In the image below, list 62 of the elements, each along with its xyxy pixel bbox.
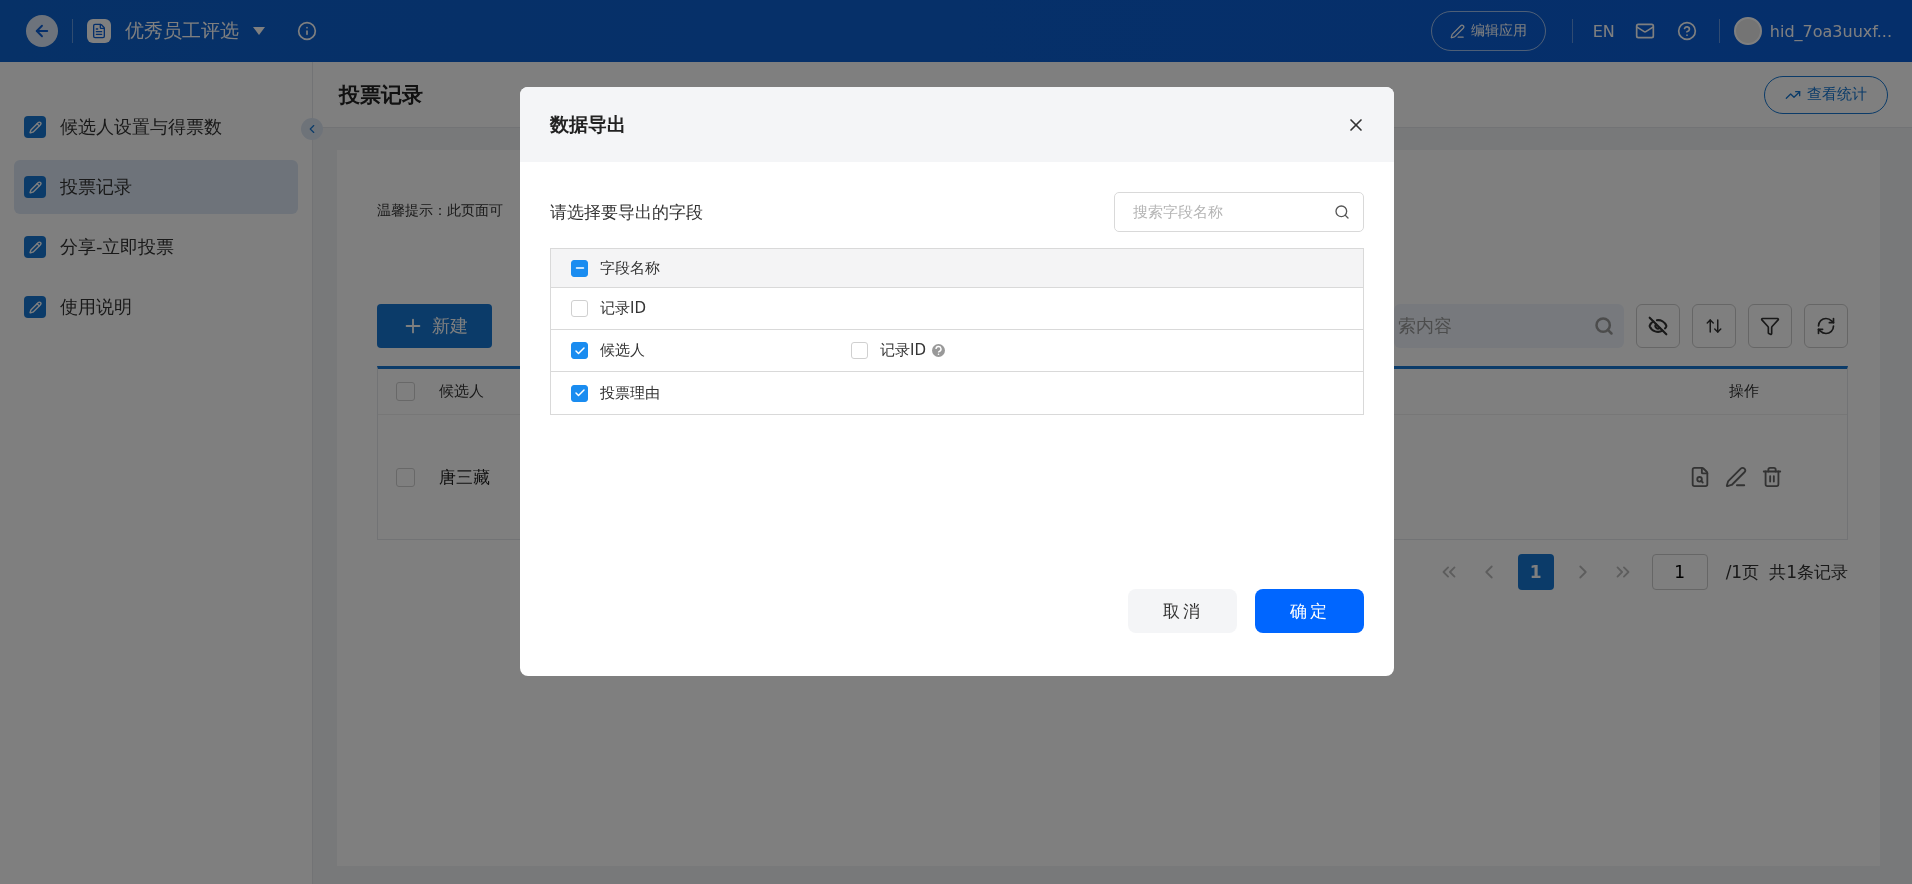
field-label: 候选人: [600, 341, 645, 360]
document-icon: [87, 19, 111, 43]
hide-columns-button[interactable]: [1636, 304, 1680, 348]
record-total: 共1条记录: [1769, 560, 1848, 584]
view-stats-button[interactable]: 查看统计: [1764, 75, 1888, 114]
refresh-icon: [1816, 316, 1836, 336]
username[interactable]: hid_7oa3uuxf...: [1769, 21, 1892, 41]
view-icon[interactable]: [1689, 466, 1711, 488]
delete-icon[interactable]: [1761, 466, 1783, 488]
pen-icon: [1449, 23, 1465, 39]
edit-icon: [24, 116, 46, 138]
sidebar-item[interactable]: 分享-立即投票: [14, 220, 298, 274]
sort-button[interactable]: [1692, 304, 1736, 348]
caret-icon[interactable]: [253, 27, 265, 35]
field-label: 记录ID: [600, 299, 646, 318]
filter-icon: [1760, 316, 1780, 336]
edit-icon: [24, 296, 46, 318]
sidebar-item[interactable]: 投票记录: [14, 160, 298, 214]
column-header: 字段名称: [600, 258, 660, 278]
search-icon: [1594, 316, 1614, 336]
field-label: 记录ID: [880, 341, 926, 360]
sidebar-item[interactable]: 候选人设置与得票数: [14, 100, 298, 154]
new-button[interactable]: 新建: [377, 304, 492, 348]
confirm-button[interactable]: 确定: [1255, 589, 1364, 633]
refresh-button[interactable]: [1804, 304, 1848, 348]
edit-icon: [24, 176, 46, 198]
column-header: 操作: [1729, 382, 1759, 401]
sidebar-item[interactable]: 使用说明: [14, 280, 298, 334]
info-icon[interactable]: [297, 21, 317, 41]
avatar[interactable]: [1733, 17, 1762, 45]
sort-icon: [1705, 317, 1723, 335]
page-button[interactable]: 1: [1517, 554, 1554, 590]
page-total: /1页: [1725, 560, 1760, 584]
field-label: 投票理由: [600, 383, 660, 403]
page-title: 投票记录: [339, 81, 423, 109]
help-icon[interactable]: [1676, 21, 1697, 41]
checkbox[interactable]: [571, 342, 588, 359]
check-icon: [573, 387, 586, 399]
column-header[interactable]: 候选人: [439, 382, 484, 401]
filter-button[interactable]: [1748, 304, 1792, 348]
search-icon: [1334, 204, 1350, 220]
language-link[interactable]: EN: [1592, 21, 1615, 41]
page-input[interactable]: 1: [1651, 554, 1708, 590]
checkbox[interactable]: [571, 259, 588, 277]
app-title[interactable]: 优秀员工评选: [125, 18, 239, 44]
edit-icon[interactable]: [1725, 466, 1747, 488]
tip-text: 温馨提示：此页面可: [377, 202, 503, 220]
prompt-text: 请选择要导出的字段: [550, 200, 703, 224]
back-button[interactable]: [26, 15, 58, 47]
check-icon: [573, 344, 586, 357]
table-cell: 唐三藏: [439, 465, 490, 489]
help-icon[interactable]: [932, 344, 945, 357]
dialog-title: 数据导出: [550, 111, 626, 137]
cancel-button[interactable]: 取消: [1128, 589, 1237, 633]
checkbox[interactable]: [851, 342, 868, 359]
mail-icon[interactable]: [1634, 21, 1655, 41]
collapse-button[interactable]: [301, 118, 323, 140]
search-field[interactable]: 搜索字段名称: [1114, 192, 1364, 232]
edit-icon: [24, 236, 46, 258]
checkbox[interactable]: [571, 384, 588, 402]
eye-off-icon: [1648, 316, 1668, 336]
checkbox[interactable]: [571, 300, 588, 317]
